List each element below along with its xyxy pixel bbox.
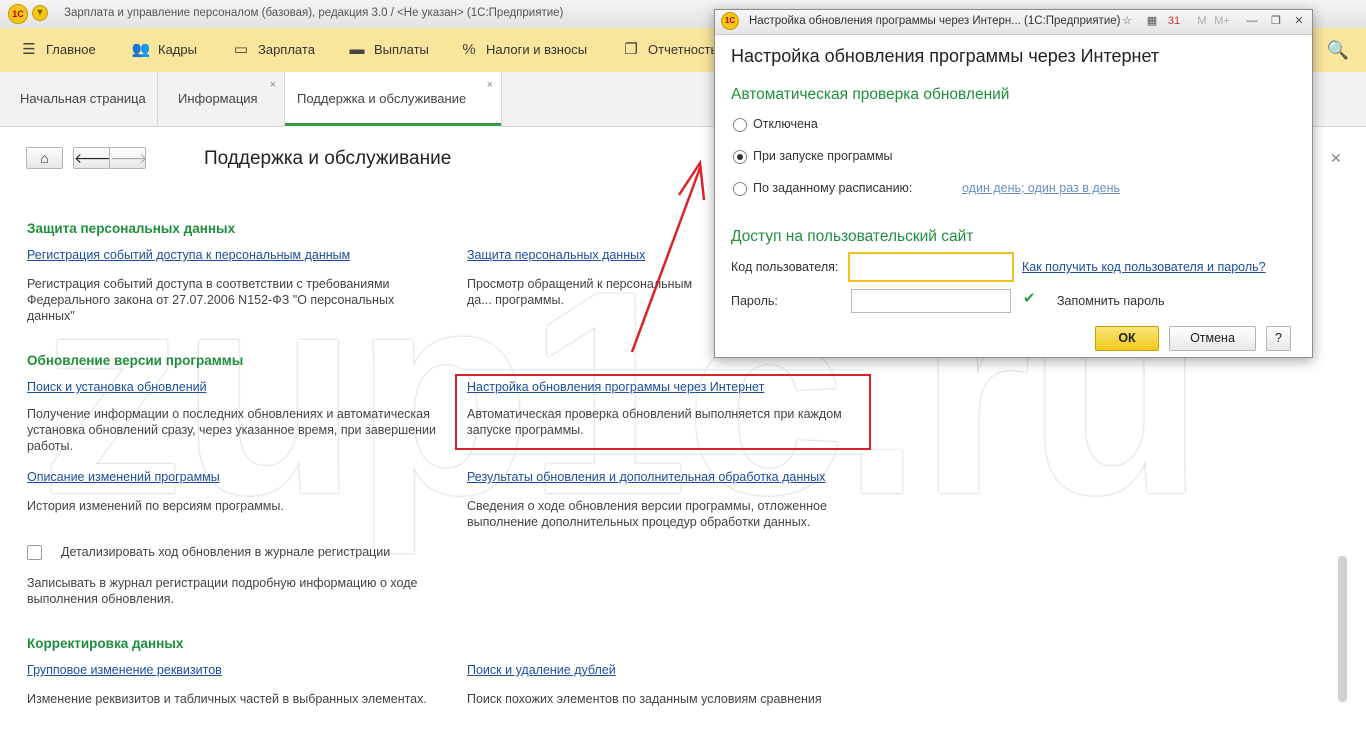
get-code-help-link[interactable]: Как получить код пользователя и пароль? [1022,260,1266,274]
calculator-icon[interactable]: ▦ [1143,13,1161,30]
radio-disabled-label: Отключена [753,117,818,131]
radio-on-startup-label: При запуске программы [753,149,893,163]
password-input[interactable] [851,289,1011,313]
close-button[interactable]: ✕ [1290,13,1308,30]
schedule-link[interactable]: один день; один раз в день [962,181,1120,195]
ok-button[interactable]: ОК [1095,326,1159,351]
bookmark-icon[interactable]: ☆ [1118,13,1136,30]
arrow-shaft [630,167,702,353]
minimize-button[interactable]: — [1243,13,1261,30]
dialog-logo-icon: 1С [721,12,739,30]
radio-on-startup[interactable] [733,150,747,164]
radio-disabled[interactable] [733,118,747,132]
dialog-window-title: Настройка обновления программы через Инт… [749,15,1121,27]
memory-minus-button[interactable]: M [1193,13,1211,30]
update-settings-dialog: 1С Настройка обновления программы через … [714,9,1313,358]
site-access-heading: Доступ на пользовательский сайт [731,228,974,245]
cancel-button[interactable]: Отмена [1169,326,1256,351]
help-button[interactable]: ? [1266,326,1291,351]
memory-plus-button[interactable]: M+ [1213,13,1231,30]
calendar-icon[interactable]: 31 [1165,13,1183,30]
user-code-label: Код пользователя: [731,260,839,274]
password-label: Пароль: [731,294,778,308]
auto-check-heading: Автоматическая проверка обновлений [731,86,1010,103]
remember-password-checkbox[interactable]: ✔ [1023,291,1037,306]
radio-by-schedule-label: По заданному расписанию: [753,181,913,195]
dialog-title-bar: 1С Настройка обновления программы через … [715,10,1312,35]
dialog-heading: Настройка обновления программы через Инт… [731,46,1160,66]
remember-password-label: Запомнить пароль [1057,294,1165,308]
radio-by-schedule[interactable] [733,182,747,196]
restore-button[interactable]: ❐ [1267,13,1285,30]
user-code-input[interactable] [848,252,1014,282]
